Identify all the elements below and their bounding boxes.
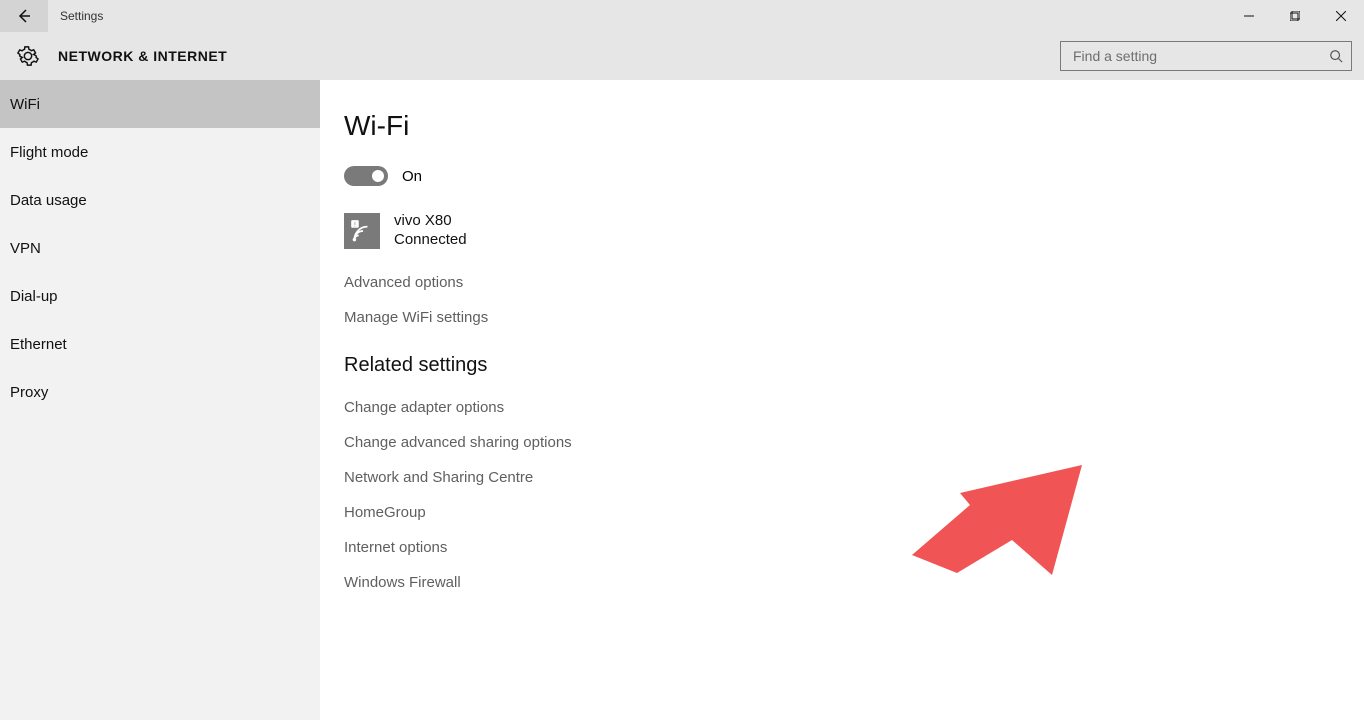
category-bar: NETWORK & INTERNET <box>0 32 1364 80</box>
search-input[interactable] <box>1071 47 1329 65</box>
link-change-advanced-sharing-options[interactable]: Change advanced sharing options <box>344 434 1340 451</box>
minimize-button[interactable] <box>1226 0 1272 32</box>
sidebar-item-ethernet[interactable]: Ethernet <box>0 320 320 368</box>
close-button[interactable] <box>1318 0 1364 32</box>
link-windows-firewall[interactable]: Windows Firewall <box>344 574 1340 591</box>
link-homegroup[interactable]: HomeGroup <box>344 504 1340 521</box>
title-bar: Settings <box>0 0 1364 32</box>
settings-gear-icon[interactable] <box>12 40 44 72</box>
current-network[interactable]: ! vivo X80 Connected <box>344 212 1340 250</box>
link-advanced-options[interactable]: Advanced options <box>344 274 1340 291</box>
minimize-icon <box>1244 11 1254 21</box>
back-button[interactable] <box>0 0 48 32</box>
sidebar-item-vpn[interactable]: VPN <box>0 224 320 272</box>
sidebar-item-dial-up[interactable]: Dial-up <box>0 272 320 320</box>
main-content: Wi-Fi On ! vivo X80 Connected <box>320 80 1364 720</box>
sidebar-item-flight-mode[interactable]: Flight mode <box>0 128 320 176</box>
search-box[interactable] <box>1060 41 1352 71</box>
current-network-name: vivo X80 <box>394 212 467 231</box>
maximize-icon <box>1290 11 1300 21</box>
category-title: NETWORK & INTERNET <box>58 48 227 64</box>
current-network-status: Connected <box>394 231 467 250</box>
wifi-toggle-label: On <box>402 168 422 185</box>
sidebar-item-wifi[interactable]: WiFi <box>0 80 320 128</box>
svg-text:!: ! <box>354 221 356 228</box>
sidebar-item-proxy[interactable]: Proxy <box>0 368 320 416</box>
sidebar: WiFi Flight mode Data usage VPN Dial-up … <box>0 80 320 720</box>
link-network-and-sharing-centre[interactable]: Network and Sharing Centre <box>344 469 1340 486</box>
toggle-knob <box>372 170 384 182</box>
link-internet-options[interactable]: Internet options <box>344 539 1340 556</box>
gear-icon <box>17 45 39 67</box>
wifi-signal-icon: ! <box>344 213 380 249</box>
link-change-adapter-options[interactable]: Change adapter options <box>344 399 1340 416</box>
sidebar-item-data-usage[interactable]: Data usage <box>0 176 320 224</box>
wifi-toggle[interactable] <box>344 166 388 186</box>
link-manage-wifi-settings[interactable]: Manage WiFi settings <box>344 309 1340 326</box>
back-arrow-icon <box>16 8 32 24</box>
related-settings-heading: Related settings <box>344 354 1340 377</box>
window-title: Settings <box>48 0 103 32</box>
page-heading: Wi-Fi <box>344 110 1340 142</box>
maximize-button[interactable] <box>1272 0 1318 32</box>
search-icon <box>1329 49 1343 63</box>
close-icon <box>1336 11 1346 21</box>
